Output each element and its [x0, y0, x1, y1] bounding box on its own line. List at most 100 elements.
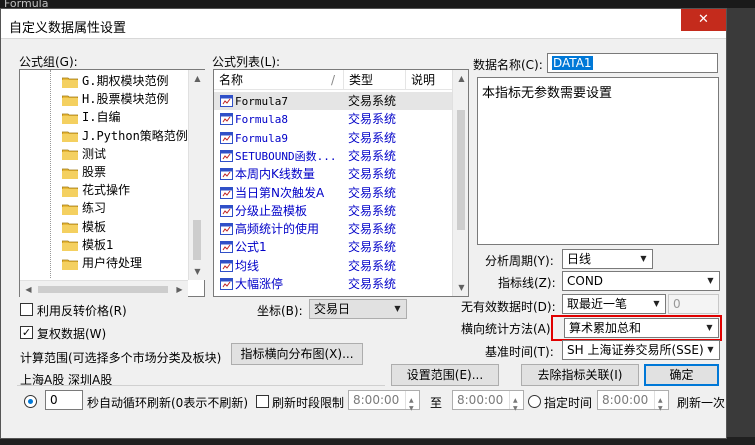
highlight-box: [551, 315, 722, 341]
invalid-data-label: 无有效数据时(D):: [461, 300, 556, 314]
tree-hscroll-thumb[interactable]: [38, 286, 168, 293]
folder-icon: [62, 76, 78, 88]
refresh-seconds-input[interactable]: 0: [45, 390, 83, 410]
reverse-price-label: 利用反转价格(R): [37, 304, 127, 318]
scroll-left-arrow-icon[interactable]: ◀: [20, 281, 37, 298]
formula-icon: [220, 94, 233, 107]
indicator-line-select[interactable]: COND ▼: [562, 271, 720, 291]
formula-row[interactable]: SETUBOUND函数... 交易系统: [214, 147, 452, 165]
period-limit-checkbox[interactable]: [256, 395, 269, 408]
folder-icon: [62, 94, 78, 106]
formula-list[interactable]: 名称 / 类型 说明 Formula7 交易系统 Formula8 交易系统 Formu…: [213, 69, 469, 297]
time-from-spinner[interactable]: ▲ ▼: [405, 391, 419, 412]
tree-item[interactable]: I.自编: [62, 108, 120, 126]
tree-horizontal-scrollbar[interactable]: ◀ ▶: [20, 280, 188, 297]
specified-time-radio[interactable]: [528, 395, 541, 408]
folder-icon: [62, 167, 78, 179]
tree-vertical-scrollbar[interactable]: ▲ ▼: [188, 70, 205, 280]
tree-item[interactable]: G.期权模块范例: [62, 72, 168, 90]
invalid-data-value: 取最近一笔: [567, 297, 628, 311]
tree-item[interactable]: 练习: [62, 199, 106, 217]
invalid-data-number[interactable]: 0: [668, 294, 719, 314]
tree-item[interactable]: 股票: [62, 163, 106, 181]
tree-item[interactable]: 用户待处理: [62, 254, 142, 272]
invalid-data-select[interactable]: 取最近一笔 ▼: [562, 294, 666, 314]
set-range-button[interactable]: 设置范围(E)...: [391, 364, 499, 386]
auto-refresh-radio[interactable]: [24, 395, 37, 408]
tree-item[interactable]: H.股票模块范例: [62, 90, 168, 108]
column-name-label: 名称: [219, 73, 244, 87]
tree-item[interactable]: 模板: [62, 218, 106, 236]
data-name-input[interactable]: DATA1: [547, 53, 718, 73]
custom-data-properties-dialog: 自定义数据属性设置 ✕ 公式组(G): G.期权模块范例 H.股票模块范例 I.自编…: [0, 8, 727, 439]
folder-icon: [62, 221, 78, 234]
period-limit-label: 刷新时段限制: [272, 396, 345, 410]
coordinate-label: 坐标(B):: [257, 304, 303, 318]
formula-row[interactable]: 当日第N次触发A 交易系统: [214, 184, 452, 202]
formula-name-text: 公式1: [235, 240, 267, 255]
tree-scroll-thumb[interactable]: [193, 220, 201, 260]
formula-icon: [220, 222, 233, 236]
distribution-chart-button[interactable]: 指标横向分布图(X)...: [231, 343, 363, 365]
description-text: 本指标无参数需要设置: [482, 86, 613, 101]
ok-button[interactable]: 确定: [644, 364, 719, 386]
list-scroll-thumb[interactable]: [457, 110, 465, 230]
scroll-right-arrow-icon[interactable]: ▶: [171, 281, 188, 298]
close-icon: ✕: [698, 12, 709, 27]
list-scroll-up-arrow-icon[interactable]: ▲: [453, 70, 468, 87]
column-type-header[interactable]: 类型: [344, 70, 406, 90]
spin-down-icon: ▼: [409, 405, 414, 412]
list-vertical-scrollbar[interactable]: ▲ ▼: [452, 70, 468, 296]
formula-row[interactable]: 高频统计的使用 交易系统: [214, 220, 452, 238]
tree-item[interactable]: 测试: [62, 145, 106, 163]
time-to-spinner[interactable]: ▲ ▼: [509, 391, 523, 412]
tree-item-label: 花式操作: [82, 183, 131, 198]
scroll-up-arrow-icon[interactable]: ▲: [189, 70, 206, 87]
formula-row[interactable]: 大幅涨停 交易系统: [214, 275, 452, 293]
column-name-header[interactable]: 名称 /: [214, 70, 344, 90]
base-time-select[interactable]: SH 上海证券交易所(SSE) ▼: [562, 340, 720, 360]
coordinate-select[interactable]: 交易日 ▼: [309, 299, 407, 319]
coordinate-value: 交易日: [314, 302, 351, 316]
refresh-once-button[interactable]: 刷新一次: [677, 394, 725, 411]
formula-row[interactable]: Formula9 交易系统: [214, 129, 452, 147]
specified-time-spinner[interactable]: ▲ ▼: [654, 391, 668, 412]
formula-name-text: 大幅涨停: [235, 277, 284, 291]
specified-time-input[interactable]: 8:00:00 ▲ ▼: [597, 390, 669, 412]
dialog-titlebar[interactable]: 自定义数据属性设置 ✕: [1, 9, 726, 39]
formula-row[interactable]: Formula7 交易系统: [214, 92, 452, 110]
tree-item[interactable]: 模板1: [62, 236, 114, 254]
formula-type-cell: 交易系统: [348, 240, 397, 255]
analysis-period-label: 分析周期(Y):: [485, 254, 554, 268]
formula-name-text: Formula7: [235, 95, 288, 108]
adjusted-data-checkbox[interactable]: ✓: [20, 326, 33, 339]
tree-item-label: 练习: [82, 201, 107, 216]
time-from-input[interactable]: 8:00:00 ▲ ▼: [348, 390, 420, 412]
folder-icon: [62, 112, 78, 124]
specified-time-label: 指定时间: [544, 396, 593, 410]
tree-item-label: 用户待处理: [82, 256, 143, 270]
close-button[interactable]: ✕: [681, 9, 726, 31]
specified-time-value: 8:00:00: [602, 393, 649, 407]
formula-row[interactable]: 公式1 交易系统: [214, 238, 452, 256]
formula-group-tree[interactable]: G.期权模块范例 H.股票模块范例 I.自编 J.Python策略范例 测试 股票花式操作…: [19, 69, 205, 297]
scroll-down-arrow-icon[interactable]: ▼: [189, 263, 206, 280]
list-scroll-down-arrow-icon[interactable]: ▼: [453, 279, 468, 296]
formula-row[interactable]: 均线 交易系统: [214, 257, 452, 275]
formula-type-cell: 交易系统: [348, 130, 397, 145]
time-to-input[interactable]: 8:00:00 ▲ ▼: [452, 390, 524, 412]
formula-icon: [220, 240, 233, 254]
spin-down-icon: ▼: [513, 405, 518, 412]
reverse-price-checkbox[interactable]: [20, 303, 33, 316]
folder-icon: [62, 148, 78, 161]
remove-association-button[interactable]: 去除指标关联(I): [521, 364, 639, 386]
analysis-period-select[interactable]: 日线 ▼: [562, 249, 653, 269]
formula-row[interactable]: 本周内K线数量 交易系统: [214, 165, 452, 183]
tree-item[interactable]: J.Python策略范例: [62, 127, 188, 145]
formula-row[interactable]: Formula8 交易系统: [214, 110, 452, 128]
analysis-period-value: 日线: [567, 252, 592, 266]
column-desc-header[interactable]: 说明: [406, 70, 452, 90]
formula-row[interactable]: 分级止盈模板 交易系统: [214, 202, 452, 220]
tree-item[interactable]: 花式操作: [62, 181, 130, 199]
chevron-down-icon: ▼: [653, 299, 660, 308]
